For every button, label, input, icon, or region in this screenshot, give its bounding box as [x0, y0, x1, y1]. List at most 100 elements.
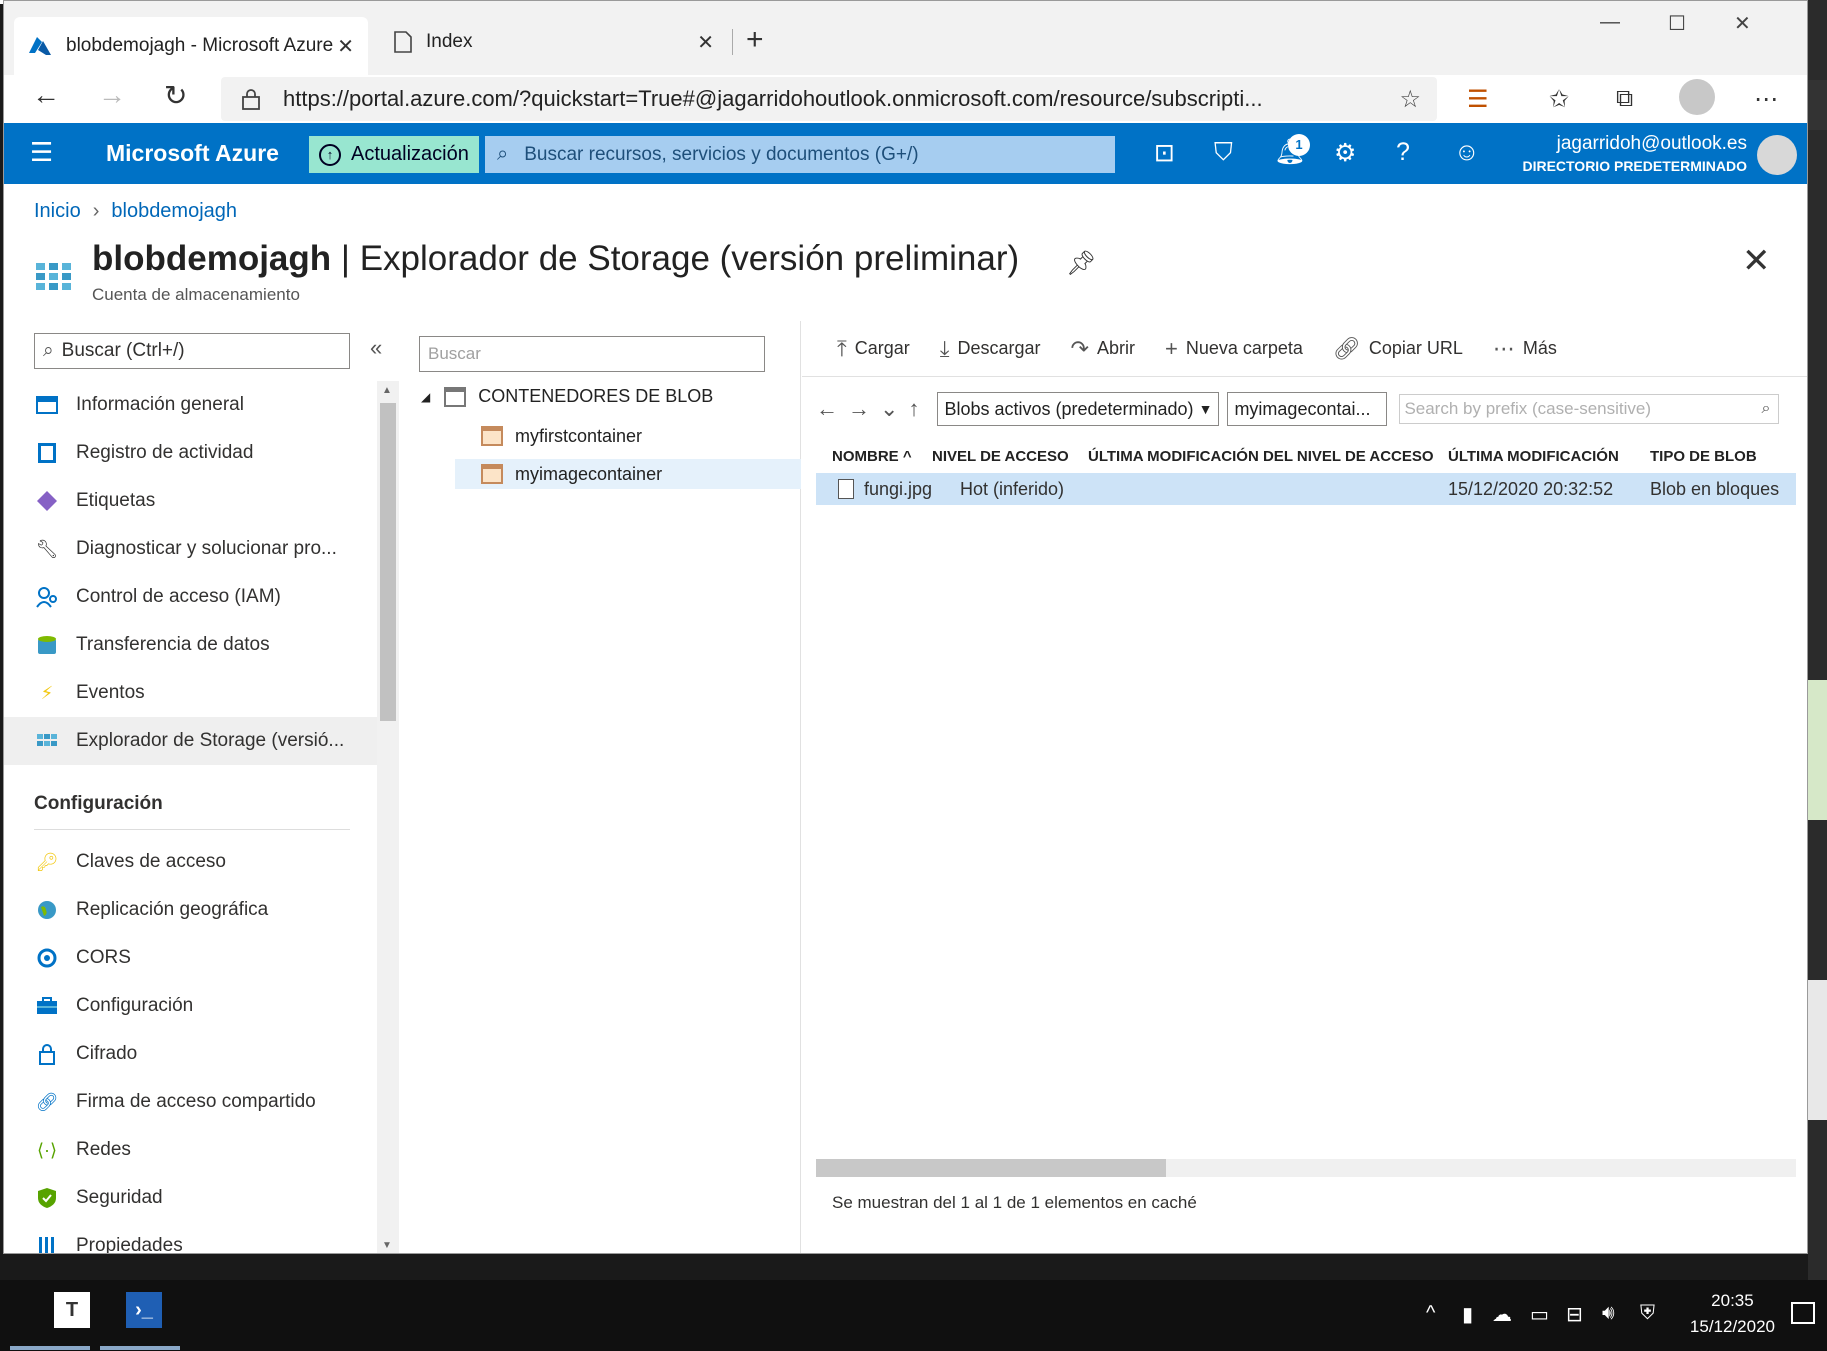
hamburger-menu-icon[interactable]: ☰ — [30, 137, 53, 168]
collections-icon[interactable]: ⧉ — [1616, 85, 1633, 113]
extension-icon[interactable]: ☰ — [1467, 85, 1489, 114]
menu-item-diagnose[interactable]: 🔧︎ Diagnosticar y solucionar pro... — [4, 525, 379, 573]
scrollbar-thumb[interactable] — [816, 1159, 1166, 1177]
close-window-button[interactable]: ✕ — [1734, 11, 1751, 36]
tray-usb-icon[interactable]: ▮ — [1462, 1302, 1473, 1327]
search-icon: ⌕ — [43, 340, 54, 361]
feedback-smiley-icon[interactable]: ☺ — [1454, 138, 1480, 167]
close-blade-icon[interactable]: ✕ — [1742, 241, 1771, 281]
menu-search-input[interactable]: ⌕ Buscar (Ctrl+/) — [34, 333, 350, 369]
tray-onedrive-icon[interactable]: ☁ — [1492, 1302, 1512, 1327]
user-account[interactable]: jagarridoh@outlook.es DIRECTORIO PREDETE… — [1522, 133, 1747, 174]
tab-close-icon[interactable]: ✕ — [337, 34, 354, 59]
menu-item-tags[interactable]: Etiquetas — [4, 477, 379, 525]
tab-close-icon[interactable]: ✕ — [697, 30, 714, 55]
prefix-placeholder: Search by prefix (case-sensitive) — [1404, 399, 1652, 418]
minimize-button[interactable]: — — [1600, 11, 1620, 34]
table-row[interactable]: fungi.jpg Hot (inferido) 15/12/2020 20:3… — [816, 473, 1796, 505]
menu-item-activity-log[interactable]: Registro de actividad — [4, 429, 379, 477]
open-button[interactable]: ↷ Abrir — [1071, 336, 1135, 362]
prefix-search-input[interactable]: Search by prefix (case-sensitive) ⌕ — [1399, 394, 1780, 424]
taskbar-clock[interactable]: 20:35 15/12/2020 — [1690, 1288, 1775, 1340]
scroll-up-icon[interactable]: ▲ — [382, 385, 392, 396]
new-folder-button[interactable]: + Nueva carpeta — [1165, 336, 1303, 362]
browser-profile-avatar[interactable] — [1679, 79, 1715, 115]
menu-scrollbar[interactable]: ▲ ▼ — [377, 381, 399, 1253]
menu-item-networking[interactable]: ⟨·⟩ Redes — [4, 1126, 379, 1174]
menu-item-storage-explorer[interactable]: Explorador de Storage (versió... — [4, 717, 379, 765]
typora-app-icon[interactable]: T — [54, 1292, 90, 1328]
column-name[interactable]: NOMBRE ^ — [816, 448, 926, 465]
tray-volume-icon[interactable]: 🔊︎ — [1602, 1302, 1615, 1325]
cloud-shell-icon[interactable]: ⊡ — [1154, 138, 1175, 168]
menu-item-label: Configuración — [76, 995, 194, 1016]
expand-triangle-icon[interactable]: ◢ — [421, 390, 430, 404]
column-tier-modified[interactable]: ÚLTIMA MODIFICACIÓN DEL NIVEL DE ACCESO — [1082, 448, 1442, 465]
chevron-down-icon[interactable]: ⌄ — [880, 396, 898, 422]
menu-item-iam[interactable]: Control de acceso (IAM) — [4, 573, 379, 621]
maximize-button[interactable]: ☐ — [1668, 11, 1686, 36]
collapse-menu-icon[interactable]: « — [370, 335, 382, 361]
menu-item-sas[interactable]: 🔗︎ Firma de acceso compartido — [4, 1078, 379, 1126]
tree-item-myfirstcontainer[interactable]: myfirstcontainer — [455, 421, 801, 451]
menu-item-label: Registro de actividad — [76, 442, 254, 463]
menu-item-geo-replication[interactable]: Replicación geográfica — [4, 886, 379, 934]
tab-azure[interactable]: blobdemojagh - Microsoft Azure ✕ — [14, 17, 368, 75]
menu-item-security[interactable]: Seguridad — [4, 1174, 379, 1222]
copy-url-button[interactable]: 🔗︎ Copiar URL — [1333, 336, 1463, 362]
refresh-icon[interactable]: ↻ — [164, 79, 187, 112]
powershell-app-icon[interactable]: ›_ — [126, 1292, 162, 1328]
scrollbar-thumb[interactable] — [380, 403, 396, 721]
tree-root-blob-containers[interactable]: ◢ CONTENEDORES DE BLOB — [421, 386, 713, 407]
new-tab-button[interactable]: + — [746, 23, 764, 57]
breadcrumb-current[interactable]: blobdemojagh — [111, 200, 237, 223]
user-avatar[interactable] — [1757, 135, 1797, 175]
menu-item-cors[interactable]: CORS — [4, 934, 379, 982]
column-access-tier[interactable]: NIVEL DE ACCESO — [926, 448, 1082, 465]
menu-item-properties[interactable]: Propiedades — [4, 1222, 379, 1253]
settings-gear-icon[interactable]: ⚙ — [1334, 138, 1356, 168]
menu-item-encryption[interactable]: Cifrado — [4, 1030, 379, 1078]
download-button[interactable]: ⤓ Descargar — [940, 336, 1041, 362]
table-hscrollbar[interactable] — [816, 1159, 1796, 1177]
menu-item-overview[interactable]: Información general — [4, 381, 379, 429]
pin-icon[interactable]: 📌︎ — [1066, 249, 1096, 278]
up-arrow-icon[interactable]: ↑ — [908, 396, 919, 422]
scroll-down-icon[interactable]: ▼ — [382, 1240, 392, 1251]
column-last-modified[interactable]: ÚLTIMA MODIFICACIÓN — [1442, 448, 1644, 465]
forward-icon[interactable]: → — [98, 79, 126, 111]
menu-item-configuration[interactable]: Configuración — [4, 982, 379, 1030]
url-field[interactable]: https://portal.azure.com/?quickstart=Tru… — [221, 77, 1437, 121]
column-blob-type[interactable]: TIPO DE BLOB — [1644, 448, 1796, 465]
tree-search-input[interactable]: Buscar — [419, 336, 765, 372]
blob-explorer: ⤒ Cargar ⤓ Descargar ↷ Abrir + Nueva carpeta… — [802, 321, 1807, 1253]
more-menu-icon[interactable]: ⋯ — [1754, 85, 1778, 114]
directory-filter-icon[interactable]: ⛉ — [1214, 138, 1233, 167]
help-icon[interactable]: ? — [1396, 138, 1410, 167]
download-label: Descargar — [957, 338, 1041, 358]
blob-view-dropdown[interactable]: Blobs activos (predeterminado) ▼ — [937, 392, 1220, 426]
tree-item-myimagecontainer[interactable]: myimagecontainer — [455, 459, 801, 489]
menu-item-data-transfer[interactable]: Transferencia de datos — [4, 621, 379, 669]
menu-item-events[interactable]: ⚡ Eventos — [4, 669, 379, 717]
path-input[interactable]: myimagecontai... — [1227, 392, 1388, 426]
global-search-input[interactable]: ⌕ Buscar recursos, servicios y documento… — [485, 136, 1115, 173]
tray-network-icon[interactable]: ⊟ — [1566, 1302, 1583, 1327]
tray-chevron-up-icon[interactable]: ^ — [1426, 1302, 1435, 1325]
breadcrumb-home[interactable]: Inicio — [34, 200, 81, 223]
azure-brand[interactable]: Microsoft Azure — [106, 140, 279, 167]
back-icon[interactable]: ← — [32, 79, 60, 111]
back-arrow-icon[interactable]: ← — [816, 396, 838, 422]
tray-defender-shield-icon[interactable]: ⛨ — [1640, 1302, 1655, 1325]
more-button[interactable]: ⋯ Más — [1493, 336, 1557, 362]
favorites-icon[interactable]: ✩ — [1549, 85, 1569, 114]
tab-index[interactable]: Index ✕ — [384, 17, 724, 67]
update-button[interactable]: ↑ Actualización — [309, 136, 479, 173]
action-center-icon[interactable] — [1791, 1302, 1815, 1324]
forward-arrow-icon[interactable]: → — [848, 396, 870, 422]
blob-name: fungi.jpg — [864, 478, 933, 499]
favorite-star-icon[interactable]: ☆ — [1399, 85, 1421, 114]
menu-item-access-keys[interactable]: 🔑︎ Claves de acceso — [4, 838, 379, 886]
upload-button[interactable]: ⤒ Cargar — [837, 336, 910, 362]
tray-battery-icon[interactable]: ▭ — [1530, 1302, 1549, 1327]
